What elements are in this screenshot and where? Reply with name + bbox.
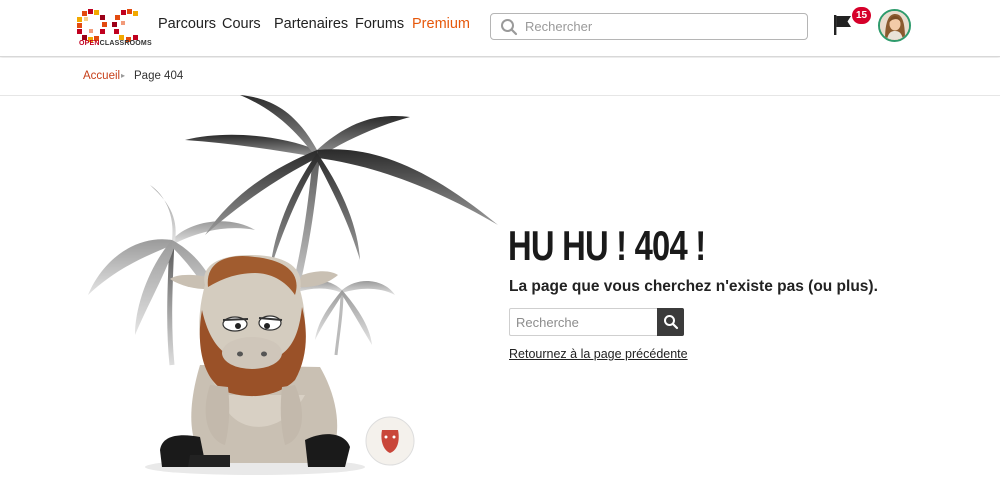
avatar[interactable]	[878, 9, 911, 42]
logo-wordmark-classrooms: CLASSROOMS	[99, 40, 152, 47]
breadcrumb-separator-icon: ▸	[121, 71, 126, 80]
volleyball-illustration	[365, 416, 415, 466]
top-navigation-bar: OPENCLASSROOMS Parcours Cours Partenaire…	[0, 0, 1000, 57]
breadcrumb-home-link[interactable]: Accueil	[83, 70, 120, 82]
nav-cours[interactable]: Cours	[222, 16, 261, 32]
header-search-input[interactable]	[525, 16, 795, 37]
flag-icon[interactable]	[833, 14, 853, 36]
error-search-box	[509, 308, 684, 336]
logo-wordmark: OPENCLASSROOMS	[79, 40, 152, 47]
nav-forums[interactable]: Forums	[355, 16, 404, 32]
error-title: HU HU ! 404 !	[508, 222, 706, 269]
logo-wordmark-open: OPEN	[79, 40, 100, 47]
breadcrumb-current-page: Page 404	[134, 70, 184, 82]
mascot-illustration	[88, 95, 498, 475]
search-icon[interactable]	[500, 18, 518, 36]
user-avatar-photo	[880, 11, 909, 40]
error-message: La page que vous cherchez n'existe pas (…	[509, 278, 878, 295]
error-search-input[interactable]	[516, 312, 656, 332]
error-search-button[interactable]	[657, 308, 684, 336]
nav-parcours[interactable]: Parcours	[158, 16, 216, 32]
search-icon	[664, 315, 679, 330]
header-search-box	[490, 13, 808, 40]
nav-premium[interactable]: Premium	[412, 16, 470, 32]
nav-partenaires[interactable]: Partenaires	[274, 16, 348, 32]
back-to-previous-page-link[interactable]: Retournez à la page précédente	[509, 347, 688, 361]
breadcrumb: Accueil ▸ Page 404	[0, 58, 1000, 96]
notification-badge: 15	[852, 7, 871, 24]
